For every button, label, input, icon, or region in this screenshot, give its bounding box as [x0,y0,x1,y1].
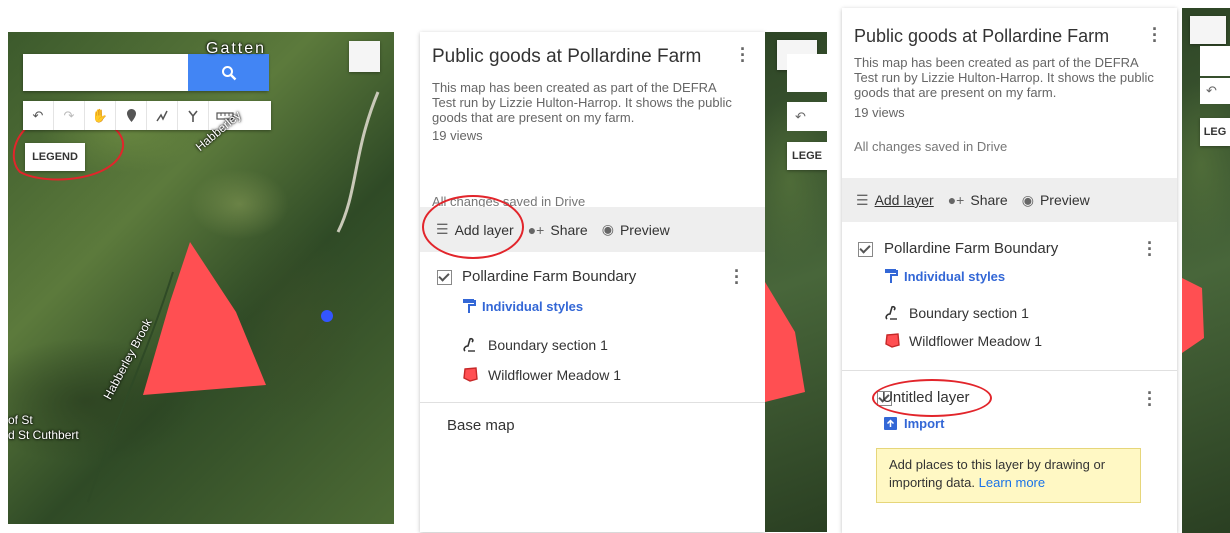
individual-styles-link[interactable]: Individual styles [462,298,583,314]
base-map-item[interactable]: Base map [447,417,515,434]
polygon-feature-icon [463,367,478,382]
line-feature-icon [885,305,897,320]
map-options-icon[interactable]: · · · [1150,20,1160,50]
import-link[interactable]: Import [884,416,944,431]
add-person-icon: ●+ [527,221,545,238]
left-map[interactable]: ↶ ↷ ✋ LEGEND Gatten Habberley Habberley … [8,32,394,524]
eye-icon: ◉ [601,221,614,237]
paint-roller-icon [463,299,476,313]
map-edge-search[interactable] [787,54,827,92]
map-options-icon[interactable]: · · · [738,40,748,70]
feature-wildflower-meadow[interactable]: Wildflower Meadow 1 [884,332,1042,349]
church-label-line2: d St Cuthbert [8,428,79,442]
location-dot [321,310,333,322]
hand-icon[interactable]: ✋ [85,101,116,130]
import-icon [884,417,897,430]
preview-button[interactable]: ◉ Preview [1022,192,1090,209]
divider [842,370,1177,371]
share-button[interactable]: ●+ Share [528,222,588,238]
layer-checkbox[interactable] [437,270,452,285]
center-map-edge[interactable]: ↶ LEGE [765,32,827,532]
share-button[interactable]: ●+ Share [948,192,1008,208]
map-corner-button[interactable] [349,41,380,72]
undo-icon[interactable]: ↶ [23,101,54,130]
place-label-top: Gatten [206,40,267,57]
add-person-icon: ●+ [947,192,965,208]
search-button[interactable] [188,54,269,91]
add-layer-label: Add layer [874,192,934,208]
draw-line-icon[interactable] [147,101,178,130]
feature-label: Boundary section 1 [488,337,608,353]
church-label-line1: of St [8,413,33,427]
individual-styles-link[interactable]: Individual styles [884,268,1005,284]
route-icon[interactable] [178,101,209,130]
search-input[interactable] [29,54,193,89]
map-description[interactable]: This map has been created as part of the… [432,80,742,125]
feature-label: Wildflower Meadow 1 [488,366,622,383]
feature-boundary-section[interactable]: Boundary section 1 [884,305,1029,321]
eye-icon: ◉ [1021,191,1034,208]
polygon-feature-icon [885,333,900,348]
share-label: Share [970,192,1008,208]
layer-name[interactable]: Pollardine Farm Boundary [884,240,1058,257]
view-count: 19 views [854,105,905,120]
add-layer-button[interactable]: ☰ Add layer [856,192,934,209]
layers-icon: ☰ [856,191,869,208]
map-edge-box[interactable] [1190,16,1226,44]
map-edge-toolbar[interactable]: ↶ [787,102,827,131]
legend-button-partial[interactable]: LEGE [787,142,827,170]
feature-boundary-section[interactable]: Boundary section 1 [462,337,608,353]
map-description[interactable]: This map has been created as part of the… [854,55,1159,100]
road-line [336,91,380,233]
share-label: Share [550,221,588,238]
marker-icon[interactable] [116,101,147,130]
map-edge-search[interactable] [1200,46,1230,76]
map-edge-toolbar[interactable]: ↶ [1200,78,1230,104]
learn-more-link[interactable]: Learn more [979,475,1045,490]
preview-label: Preview [619,221,670,238]
layer-checkbox[interactable] [858,242,873,257]
layer-options-icon[interactable]: · · · [1145,234,1155,264]
action-bar: ☰ Add layer ●+ Share ◉ Preview [842,178,1177,222]
individual-styles-label: Individual styles [482,298,584,314]
map-title[interactable]: Public goods at Pollardine Farm [854,26,1109,47]
untitled-layer-annotation [872,379,992,417]
add-layer-annotation [422,195,524,259]
feature-wildflower-meadow[interactable]: Wildflower Meadow 1 [462,366,621,383]
import-tooltip: Add places to this layer by drawing or i… [876,448,1141,503]
feature-label: Boundary section 1 [909,305,1029,321]
layers-panel-right: Public goods at Pollardine Farm · · · This… [842,8,1177,533]
map-title[interactable]: Public goods at Pollardine Farm [432,46,701,68]
import-label: Import [904,416,945,431]
paint-roller-icon [885,269,898,283]
legend-button-partial[interactable]: LEG [1200,118,1230,146]
feature-label: Wildflower Meadow 1 [909,332,1043,349]
legend-button[interactable]: LEGEND [25,143,85,171]
magnifier-icon [221,65,236,80]
preview-label: Preview [1039,192,1090,208]
view-count: 19 views [432,128,483,143]
divider [420,402,765,403]
save-status: All changes saved in Drive [854,139,1008,154]
layer-options-icon[interactable]: · · · [732,262,742,292]
redo-icon[interactable]: ↷ [54,101,85,130]
wildflower-meadow-polygon[interactable] [143,242,266,395]
layers-panel-center: Public goods at Pollardine Farm · · · This… [420,32,765,532]
layer-options-icon[interactable]: · · · [1145,384,1155,414]
right-map-edge[interactable]: ↶ LEG [1182,8,1230,533]
layer-name[interactable]: Pollardine Farm Boundary [462,268,636,285]
individual-styles-label: Individual styles [904,268,1006,284]
line-feature-icon [463,337,475,352]
preview-button[interactable]: ◉ Preview [602,221,670,238]
